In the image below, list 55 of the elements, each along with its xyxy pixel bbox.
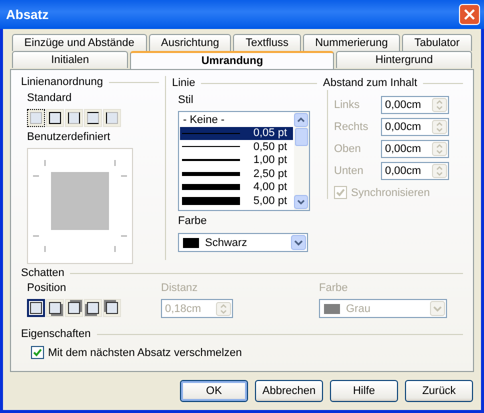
list-item[interactable]: - Keine - (180, 113, 293, 126)
tab[interactable]: Einzüge und Abstände (12, 34, 147, 51)
group-title: Linienanordnung (21, 76, 103, 88)
dialog-button[interactable]: Abbrechen (255, 380, 323, 402)
tab[interactable]: Textfluss (233, 34, 301, 51)
list-item[interactable]: 0,50 pt (180, 140, 293, 154)
color-dropdown[interactable]: Schwarz (178, 233, 308, 252)
field-label: Links (334, 99, 360, 111)
group-title: Eigenschaften (21, 328, 91, 340)
line-sample (182, 146, 240, 148)
list-item[interactable]: 2,50 pt (180, 167, 293, 180)
list-item[interactable]: 4,00 pt (180, 180, 293, 194)
checkbox-label: Mit dem nächsten Absatz verschmelzen (48, 346, 242, 358)
field-label: Standard (27, 92, 73, 106)
line-sample (182, 132, 240, 134)
scrollbar[interactable] (294, 112, 309, 210)
group-title: Schatten (21, 267, 64, 279)
checkbox-label: Synchronisieren (351, 186, 430, 198)
tab[interactable]: Umrandung (130, 51, 334, 69)
close-icon[interactable] (459, 4, 480, 25)
dialog-button[interactable]: Hilfe (330, 380, 398, 402)
shadow-preset[interactable] (27, 299, 45, 317)
list-item[interactable]: 0,05 pt (180, 126, 293, 140)
list-item[interactable]: 5,00 pt (180, 194, 293, 208)
border-preset[interactable] (27, 109, 45, 127)
tab[interactable]: Hintergrund (336, 51, 472, 68)
field-label: Unten (334, 165, 364, 177)
window-title: Absatz (6, 7, 49, 22)
dialog-button[interactable]: Zurück (405, 380, 473, 402)
field-label: Farbe (319, 282, 349, 296)
field-label: Farbe (178, 215, 208, 229)
field-label: Oben (334, 143, 361, 155)
group-title: Abstand zum Inhalt (323, 77, 418, 89)
tab[interactable]: Ausrichtung (148, 34, 232, 51)
tab[interactable]: Nummerierung (302, 34, 400, 51)
field-label: Distanz (161, 282, 199, 296)
field-label: Stil (178, 94, 194, 108)
line-style-list[interactable]: - Keine - 0,05 pt 0,50 pt 1,00 pt 2,50 pt 4,00 pt 5,00 pt (178, 111, 310, 211)
list-item[interactable]: 1,00 pt (180, 154, 293, 167)
line-sample (182, 172, 240, 176)
scroll-thumb[interactable] (295, 128, 308, 146)
tab[interactable]: Initialen (12, 51, 128, 68)
checkbox[interactable] (31, 346, 44, 359)
line-sample (182, 159, 240, 162)
line-sample (182, 196, 240, 205)
dropdown-icon[interactable] (291, 235, 306, 250)
field-label: Rechts (334, 121, 368, 133)
field-label: Benutzerdefiniert (27, 131, 112, 145)
group-title: Linie (172, 77, 196, 89)
dialog-button[interactable]: OK (180, 380, 248, 402)
field-label: Position (27, 282, 68, 296)
scroll-up-icon[interactable] (294, 113, 308, 127)
line-sample (182, 184, 240, 190)
scroll-down-icon[interactable] (294, 195, 308, 209)
tab[interactable]: Tabulator (402, 34, 472, 51)
